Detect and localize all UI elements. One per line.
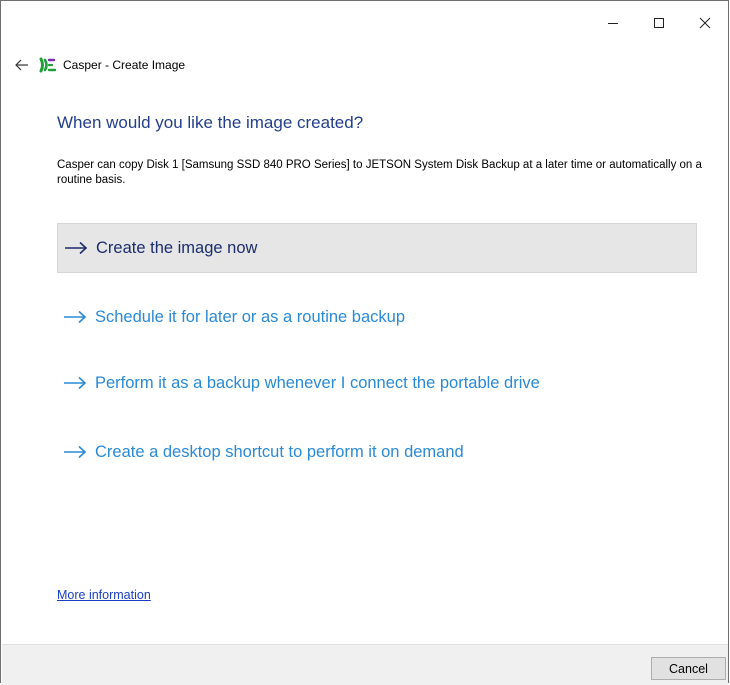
minimize-button[interactable] [590, 1, 636, 45]
casper-logo-icon [39, 56, 57, 74]
right-arrow-icon [64, 238, 90, 258]
wizard-header: Casper - Create Image [1, 51, 185, 79]
app-name: Casper [63, 58, 102, 72]
wizard-window: Casper - Create Image When would you lik… [0, 0, 729, 685]
option-label: Create a desktop shortcut to perform it … [95, 442, 464, 461]
window-title: Casper - Create Image [63, 58, 185, 72]
back-arrow-icon [15, 59, 28, 71]
option-label: Perform it as a backup whenever I connec… [95, 373, 540, 392]
option-desktop-shortcut[interactable]: Create a desktop shortcut to perform it … [57, 427, 697, 477]
page-heading: When would you like the image created? [57, 113, 364, 132]
right-arrow-icon [63, 307, 89, 327]
page-description: Casper can copy Disk 1 [Samsung SSD 840 … [57, 159, 702, 186]
option-backup-on-connect[interactable]: Perform it as a backup whenever I connec… [57, 358, 697, 408]
option-create-now[interactable]: Create the image now [57, 223, 697, 273]
option-schedule[interactable]: Schedule it for later or as a routine ba… [57, 292, 697, 342]
close-button[interactable] [682, 1, 728, 45]
more-information-link[interactable]: More information [57, 588, 151, 602]
minimize-icon [608, 23, 618, 24]
option-label: Schedule it for later or as a routine ba… [95, 307, 406, 326]
close-icon [699, 17, 711, 29]
option-label: Create the image now [96, 238, 258, 257]
back-button[interactable] [9, 51, 35, 79]
maximize-icon [654, 18, 664, 28]
right-arrow-icon [63, 373, 89, 393]
right-arrow-icon [63, 442, 89, 462]
title-separator: - [101, 58, 113, 72]
wizard-footer: Cancel [2, 644, 728, 685]
cancel-button[interactable]: Cancel [651, 657, 726, 680]
caption-buttons [590, 1, 728, 45]
maximize-button[interactable] [636, 1, 682, 45]
page-name: Create Image [112, 58, 186, 72]
